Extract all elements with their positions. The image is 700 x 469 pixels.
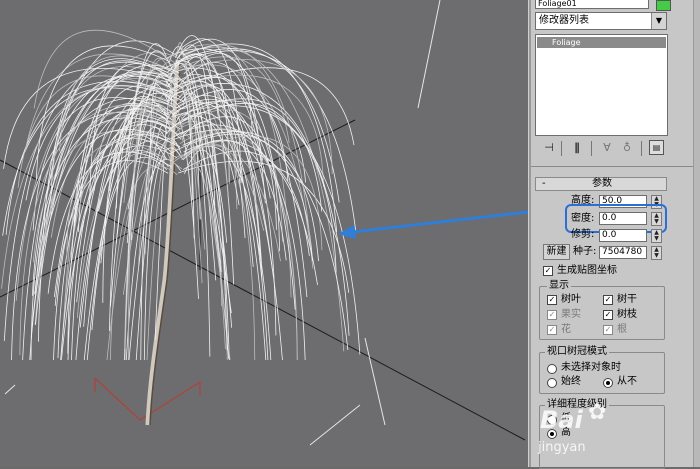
trunk-label: 树干 xyxy=(617,294,637,305)
viewport-canvas[interactable] xyxy=(0,0,528,467)
pruning-label: 修剪: xyxy=(571,229,595,240)
leaves-checkbox[interactable]: ✓ xyxy=(547,295,557,305)
toolbar-divider xyxy=(641,141,642,156)
watermark-brand: Bai xyxy=(540,406,583,434)
pruning-input[interactable]: 0.0 xyxy=(599,229,647,242)
canopy-unselected-label: 未选择对象时 xyxy=(561,362,621,373)
tree-branch xyxy=(30,104,170,338)
seed-label: 种子: xyxy=(573,246,597,257)
toolbar-divider xyxy=(591,141,592,156)
chevron-down-icon: ▼ xyxy=(651,13,666,29)
canopy-always-label: 始终 xyxy=(561,376,581,387)
new-seed-button[interactable]: 新建 xyxy=(543,244,570,260)
pruning-spinner[interactable]: ▲ ▼ xyxy=(651,229,662,243)
make-unique-icon[interactable]: ∀ xyxy=(599,140,615,156)
branches-checkbox[interactable]: ✓ xyxy=(603,310,613,320)
viewport[interactable] xyxy=(0,0,528,467)
configure-sets-icon[interactable]: ▤ xyxy=(649,140,664,155)
flowers-label: 花 xyxy=(561,324,571,335)
baidu-watermark: Bai ✿ jingyan xyxy=(532,400,622,464)
remove-modifier-icon[interactable]: ♁ xyxy=(619,140,635,156)
display-group-title: 显示 xyxy=(547,280,571,292)
leaves-label: 树叶 xyxy=(561,294,581,305)
modifier-list-label: 修改器列表 xyxy=(539,15,589,26)
watermark-sub: jingyan xyxy=(538,440,586,455)
canopy-mode-title: 视口树冠模式 xyxy=(545,346,609,358)
gen-map-coords-label: 生成贴图坐标 xyxy=(557,265,617,276)
light-line xyxy=(364,337,386,426)
canopy-unselected-radio[interactable] xyxy=(547,364,557,374)
canopy-never-radio[interactable] xyxy=(603,378,613,388)
panel-scrollbar[interactable] xyxy=(693,0,700,467)
toolbar-divider xyxy=(561,141,562,156)
modifier-list-dropdown[interactable]: 修改器列表 ▼ xyxy=(535,12,667,30)
branches-label: 树枝 xyxy=(617,309,637,320)
stack-item-foliage[interactable]: Foliage xyxy=(537,37,666,48)
seed-input[interactable]: 7504780 xyxy=(599,246,647,259)
parameters-rollout-header[interactable]: - 参数 xyxy=(535,177,667,191)
willow-tree-model xyxy=(1,30,361,426)
gen-map-coords-checkbox[interactable]: ✓ xyxy=(543,266,553,276)
rollout-title: 参数 xyxy=(592,178,612,189)
trunk-checkbox[interactable]: ✓ xyxy=(603,295,613,305)
fruit-checkbox[interactable]: ✓ xyxy=(547,310,557,320)
tree-branch xyxy=(183,141,232,314)
seed-spinner[interactable]: ▲ ▼ xyxy=(651,246,662,260)
canopy-always-radio[interactable] xyxy=(547,378,557,388)
modifier-stack[interactable]: Foliage xyxy=(535,34,668,136)
tree-branch xyxy=(146,126,184,361)
canopy-never-label: 从不 xyxy=(617,376,637,387)
object-name-field[interactable]: Foliage01 xyxy=(535,0,649,9)
roots-checkbox[interactable]: ✓ xyxy=(603,325,613,335)
flowers-checkbox[interactable]: ✓ xyxy=(547,325,557,335)
show-end-result-icon[interactable]: ∥ xyxy=(569,140,585,156)
roots-label: 根 xyxy=(617,324,627,335)
light-line xyxy=(4,384,16,395)
panel-divider xyxy=(531,166,700,167)
light-line xyxy=(309,404,361,446)
command-panel: Foliage01 修改器列表 ▼ Foliage ⊣ ∥ ∀ ♁ ▤ - 参数… xyxy=(531,0,700,469)
collapse-icon: - xyxy=(542,178,546,189)
light-line xyxy=(417,0,441,109)
pin-stack-icon[interactable]: ⊣ xyxy=(541,140,557,156)
paw-icon: ✿ xyxy=(588,400,607,425)
fruit-label: 果实 xyxy=(561,309,581,320)
object-color-swatch[interactable] xyxy=(656,0,671,11)
stack-toolbar: ⊣ ∥ ∀ ♁ ▤ xyxy=(535,140,670,158)
annotation-arrow xyxy=(351,210,528,234)
display-group xyxy=(539,286,665,340)
